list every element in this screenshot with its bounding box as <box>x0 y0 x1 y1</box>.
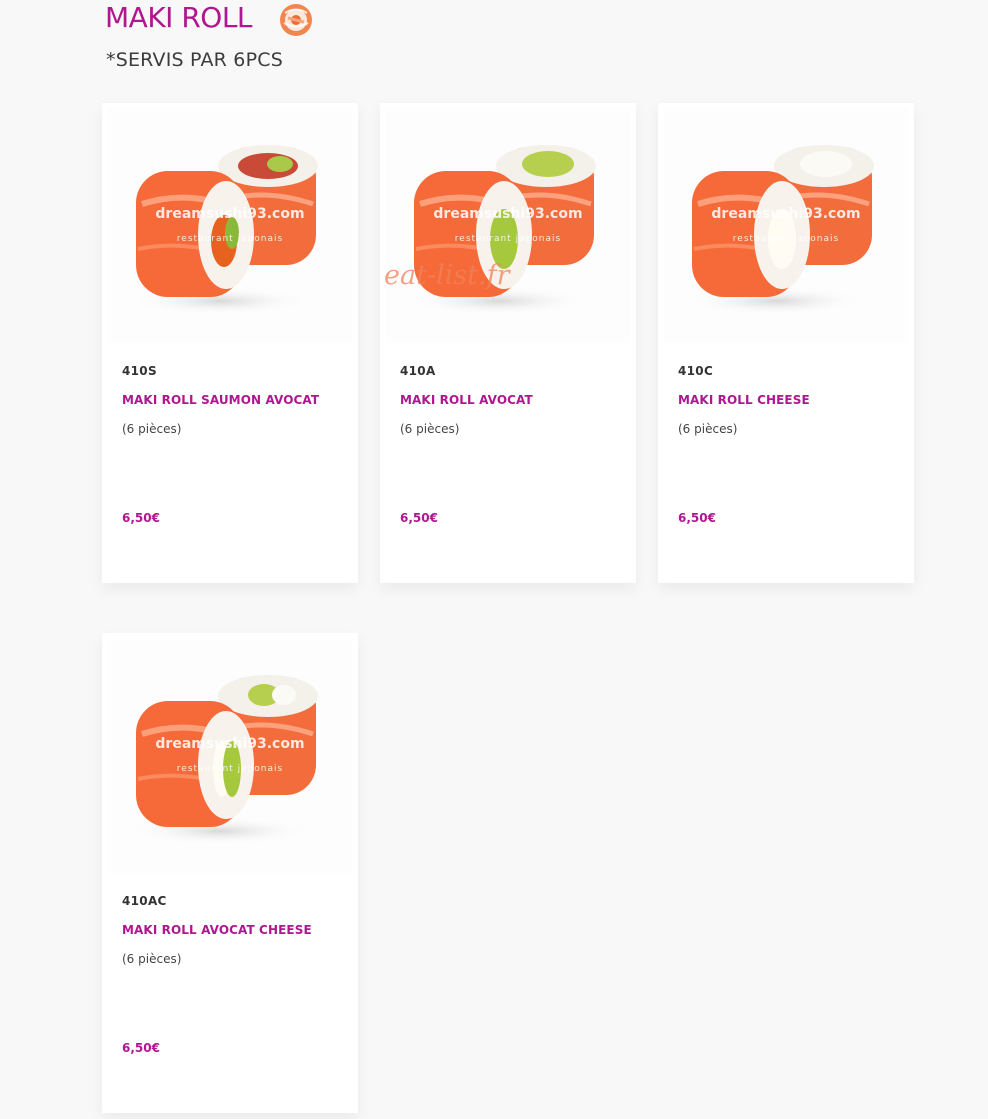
maki-roll-icon <box>279 3 313 37</box>
product-name[interactable]: MAKI ROLL SAUMON AVOCAT <box>122 393 348 407</box>
image-site-watermark: dreamsushi93.com <box>155 736 304 752</box>
image-site-watermark: dreamsushi93.com <box>433 206 582 222</box>
product-description: (6 pièces) <box>122 422 182 436</box>
product-code: 410A <box>400 364 436 378</box>
product-image[interactable]: dreamsushi93.com restaurant japonais <box>386 109 630 343</box>
product-description: (6 pièces) <box>678 422 738 436</box>
image-tagline-watermark: restaurant japonais <box>733 234 839 244</box>
product-name[interactable]: MAKI ROLL AVOCAT CHEESE <box>122 923 348 937</box>
product-image[interactable]: dreamsushi93.com restaurant japonais <box>108 109 352 343</box>
product-image[interactable]: dreamsushi93.com restaurant japonais <box>664 109 908 343</box>
product-code: 410C <box>678 364 714 378</box>
product-price: 6,50€ <box>400 511 438 525</box>
product-card[interactable]: dreamsushi93.com restaurant japonais 410… <box>380 103 636 583</box>
image-tagline-watermark: restaurant japonais <box>177 764 283 774</box>
product-card[interactable]: dreamsushi93.com restaurant japonais 410… <box>102 633 358 1113</box>
product-card[interactable]: dreamsushi93.com restaurant japonais 410… <box>102 103 358 583</box>
section-subtitle: *SERVIS PAR 6PCS <box>106 49 283 71</box>
product-image[interactable]: dreamsushi93.com restaurant japonais <box>108 639 352 873</box>
image-site-watermark: dreamsushi93.com <box>711 206 860 222</box>
product-code: 410AC <box>122 894 167 908</box>
product-price: 6,50€ <box>122 511 160 525</box>
product-name[interactable]: MAKI ROLL AVOCAT <box>400 393 626 407</box>
product-description: (6 pièces) <box>400 422 460 436</box>
menu-page: MAKI ROLL *SERVIS PAR 6PCS dreamsushi93.… <box>0 0 988 1119</box>
image-tagline-watermark: restaurant japonais <box>455 234 561 244</box>
product-price: 6,50€ <box>122 1041 160 1055</box>
product-code: 410S <box>122 364 157 378</box>
product-card[interactable]: dreamsushi93.com restaurant japonais 410… <box>658 103 914 583</box>
product-price: 6,50€ <box>678 511 716 525</box>
product-description: (6 pièces) <box>122 952 182 966</box>
product-name[interactable]: MAKI ROLL CHEESE <box>678 393 904 407</box>
image-site-watermark: dreamsushi93.com <box>155 206 304 222</box>
image-tagline-watermark: restaurant japonais <box>177 234 283 244</box>
section-title: MAKI ROLL <box>105 1 253 34</box>
